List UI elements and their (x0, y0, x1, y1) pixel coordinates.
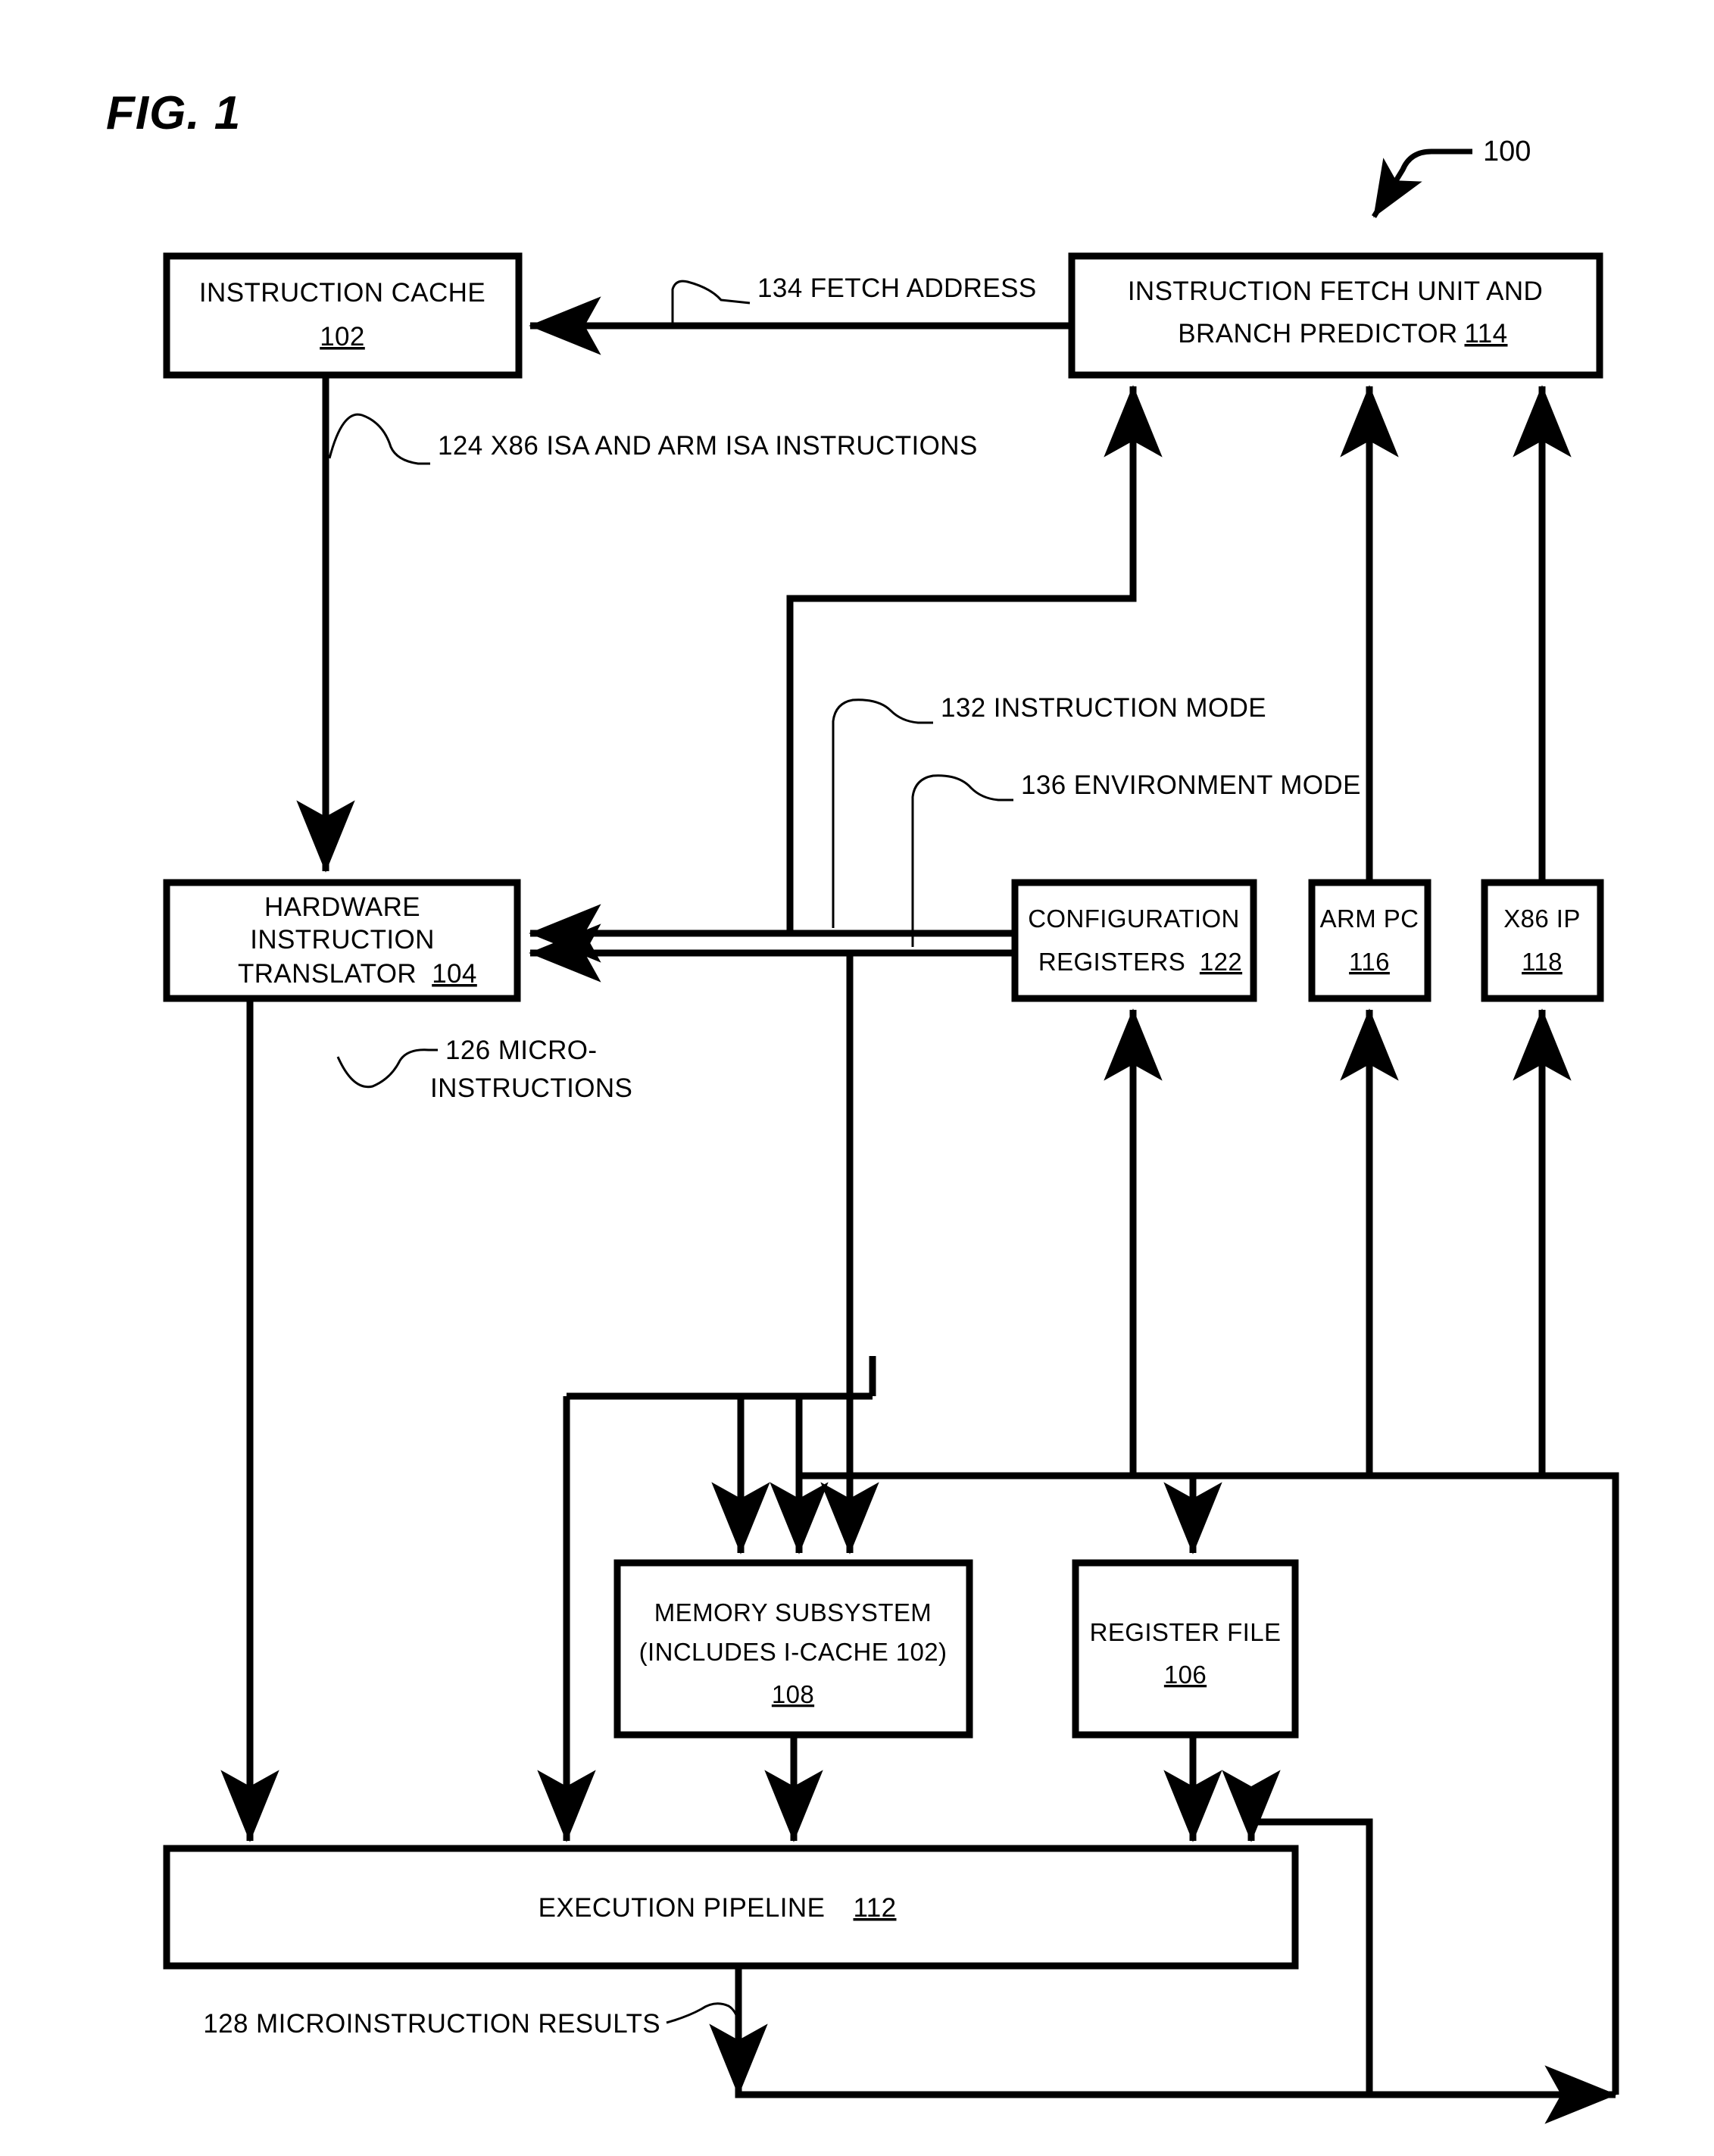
leader-100 (1372, 148, 1472, 218)
leader-isa-instructions (328, 413, 430, 465)
fetch-address-text: 134 FETCH ADDRESS (757, 273, 1037, 303)
memory-subsystem-label-line2: (INCLUDES I-CACHE 102) (639, 1638, 948, 1666)
label-microinstruction-results: 128 MICROINSTRUCTION RESULTS (203, 2002, 741, 2039)
memory-subsystem-refnum: 108 (772, 1680, 814, 1708)
box-instruction-cache[interactable]: INSTRUCTION CACHE 102 (163, 252, 523, 379)
figure-reference-numeral: 100 (1372, 136, 1531, 218)
x86-ip-refnum: 118 (1522, 948, 1563, 976)
memory-subsystem-label-line1: MEMORY SUBSYSTEM (654, 1598, 932, 1626)
instruction-mode-text: 132 INSTRUCTION MODE (941, 693, 1266, 723)
environment-mode-text: 136 ENVIRONMENT MODE (1021, 770, 1361, 800)
instruction-cache-refnum: 102 (320, 322, 365, 352)
microinstruction-results-text: 128 MICROINSTRUCTION RESULTS (203, 2009, 660, 2039)
figure-label: FIG. 1 (106, 87, 241, 139)
fetch-unit-label-line1: INSTRUCTION FETCH UNIT AND (1128, 277, 1543, 306)
instruction-cache-label: INSTRUCTION CACHE (199, 278, 485, 308)
translator-label-line3: TRANSLATOR (238, 959, 417, 989)
leader-environment-mode (911, 774, 1013, 947)
arm-pc-label: ARM PC (1320, 905, 1419, 933)
register-file-label: REGISTER FILE (1090, 1618, 1282, 1646)
leader-microinstructions (336, 1048, 438, 1089)
leader-fetch-address (671, 280, 751, 326)
leader-microinstruction-results (666, 2002, 741, 2025)
register-file-refnum: 106 (1164, 1661, 1207, 1689)
microinstructions-text-line1: 126 MICRO- (445, 1036, 597, 1065)
label-microinstructions: 126 MICRO- INSTRUCTIONS (336, 1036, 632, 1103)
translator-refnum: 104 (432, 959, 477, 989)
x86-ip-rect (1481, 879, 1604, 1002)
box-fetch-unit[interactable]: INSTRUCTION FETCH UNIT AND BRANCH PREDIC… (1068, 252, 1603, 379)
config-registers-label-line1: CONFIGURATION (1028, 905, 1240, 933)
fetch-unit-label-line2: BRANCH PREDICTOR (1178, 319, 1457, 348)
execution-pipeline-label: EXECUTION PIPELINE (539, 1893, 826, 1923)
box-translator[interactable]: HARDWARE INSTRUCTION TRANSLATOR 104 (163, 879, 521, 1002)
label-fetch-address: 134 FETCH ADDRESS (671, 273, 1037, 326)
execution-pipeline-refnum: 112 (854, 1893, 897, 1923)
arm-pc-rect (1308, 879, 1431, 1002)
translator-label-line1: HARDWARE (264, 892, 420, 922)
wires (220, 296, 1619, 2124)
reference-numeral-100: 100 (1483, 136, 1531, 167)
box-x86-ip[interactable]: X86 IP 118 (1481, 879, 1604, 1002)
register-file-rect (1072, 1559, 1299, 1739)
wire-instruction-mode-to-fetch (786, 385, 1163, 933)
block-diagram: INSTRUCTION CACHE 102 INSTRUCTION FETCH … (106, 87, 1619, 2124)
box-register-file[interactable]: REGISTER FILE 106 (1072, 1559, 1299, 1739)
box-config-registers[interactable]: CONFIGURATION REGISTERS 122 (1011, 879, 1257, 1002)
box-memory-subsystem[interactable]: MEMORY SUBSYSTEM (INCLUDES I-CACHE 102) … (613, 1559, 973, 1739)
config-registers-refnum: 122 (1200, 948, 1242, 976)
box-execution-pipeline[interactable]: EXECUTION PIPELINE 112 (163, 1845, 1299, 1970)
translator-label-line2: INSTRUCTION (250, 925, 435, 955)
box-arm-pc[interactable]: ARM PC 116 (1308, 879, 1431, 1002)
microinstructions-text-line2: INSTRUCTIONS (430, 1073, 632, 1103)
config-registers-rect (1011, 879, 1257, 1002)
leader-instruction-mode (832, 698, 933, 928)
fetch-unit-rect (1068, 252, 1603, 379)
label-isa-instructions: 124 X86 ISA AND ARM ISA INSTRUCTIONS (328, 413, 978, 465)
config-registers-label-line2: REGISTERS (1038, 948, 1185, 976)
fetch-unit-refnum: 114 (1465, 319, 1508, 348)
patent-figure-page: INSTRUCTION CACHE 102 INSTRUCTION FETCH … (0, 0, 1714, 2156)
instruction-cache-rect (163, 252, 523, 379)
isa-instructions-text: 124 X86 ISA AND ARM ISA INSTRUCTIONS (438, 431, 978, 461)
wire-microinstruction-results (735, 1966, 1617, 2124)
x86-ip-label: X86 IP (1503, 905, 1580, 933)
arm-pc-refnum: 116 (1349, 948, 1390, 976)
